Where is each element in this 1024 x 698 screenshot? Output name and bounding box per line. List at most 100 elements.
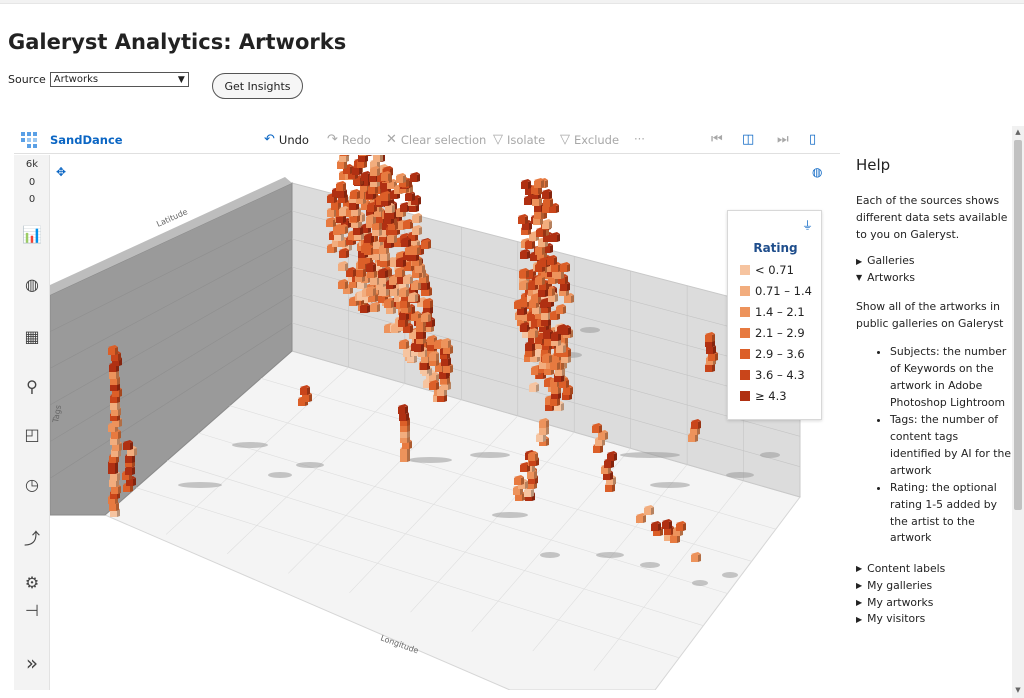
cube-side bbox=[571, 295, 574, 303]
redo-button[interactable]: ↷ Redo bbox=[327, 132, 371, 147]
get-insights-button[interactable]: Get Insights bbox=[212, 73, 303, 99]
cube-face bbox=[327, 210, 334, 217]
cube-side bbox=[546, 427, 549, 435]
viz-canvas[interactable]: Longitude Latitude Tags ✥ ◍ bbox=[50, 155, 840, 690]
cube-face bbox=[544, 368, 551, 375]
cube-face bbox=[542, 192, 549, 199]
cube-side bbox=[557, 398, 560, 406]
legend-label: ≥ 4.3 bbox=[755, 389, 787, 403]
cube-face bbox=[400, 425, 407, 432]
cube-side bbox=[134, 448, 137, 456]
page-scrollbar[interactable]: ▲ ▼ bbox=[1012, 126, 1024, 698]
cube-side bbox=[373, 216, 376, 224]
cube-face bbox=[337, 162, 344, 169]
help-section-artworks[interactable]: ▼ Artworks bbox=[856, 270, 1012, 287]
help-section-content-labels[interactable]: ▶ Content labels bbox=[856, 561, 1012, 578]
cube-face bbox=[358, 155, 365, 162]
document-button[interactable]: ▯ bbox=[809, 132, 816, 147]
globe-icon[interactable]: ◍ bbox=[812, 165, 822, 179]
cube-face bbox=[524, 198, 531, 205]
scroll-thumb[interactable] bbox=[1014, 140, 1022, 510]
help-section-my-galleries[interactable]: ▶ My galleries bbox=[856, 578, 1012, 595]
transition-icon[interactable]: ⤴ bbox=[14, 525, 50, 549]
scroll-up-icon[interactable]: ▲ bbox=[1012, 128, 1024, 136]
cube-face bbox=[370, 278, 377, 285]
cube-face bbox=[521, 182, 528, 189]
help-section-label: Galleries bbox=[867, 254, 915, 268]
undo-button[interactable]: ↶ Undo bbox=[264, 132, 309, 147]
exclude-button[interactable]: ▽ Exclude bbox=[560, 132, 619, 147]
legend-item[interactable]: 2.9 – 3.6 bbox=[740, 347, 805, 361]
source-select[interactable]: Artworks ▼ bbox=[49, 72, 189, 87]
snapshot-button[interactable]: ◫ bbox=[742, 132, 754, 147]
help-section-my-visitors[interactable]: ▶ My visitors bbox=[856, 611, 1012, 628]
cube-side bbox=[610, 472, 613, 480]
cube-face bbox=[544, 380, 551, 387]
cube-face bbox=[111, 450, 118, 457]
pin-icon[interactable]: ⊣ bbox=[14, 601, 50, 620]
cube-side bbox=[567, 264, 570, 272]
cube-face bbox=[111, 487, 118, 494]
cube-side bbox=[377, 304, 380, 312]
help-bullets: Subjects: the number of Keywords on the … bbox=[890, 344, 1012, 547]
cube-side bbox=[713, 346, 716, 354]
cube-face bbox=[561, 328, 568, 335]
gear-icon[interactable]: ⚙ bbox=[14, 573, 50, 592]
help-section-galleries[interactable]: ▶ Galleries bbox=[856, 253, 1012, 270]
legend-item[interactable]: 3.6 – 4.3 bbox=[740, 368, 805, 382]
cube-side bbox=[542, 247, 545, 255]
cube-side bbox=[363, 269, 366, 277]
cube-face bbox=[535, 278, 542, 285]
cube-side bbox=[409, 441, 412, 449]
cube-side bbox=[539, 198, 542, 206]
filter-remove-icon: ▽ bbox=[560, 132, 570, 147]
cube-face bbox=[302, 395, 309, 402]
cube-face bbox=[605, 485, 612, 492]
scroll-down-icon[interactable]: ▼ bbox=[1012, 686, 1024, 694]
legend-item[interactable]: ≥ 4.3 bbox=[740, 389, 787, 403]
cube-face bbox=[356, 270, 363, 277]
cube-side bbox=[133, 478, 136, 486]
more-button[interactable]: ··· bbox=[634, 132, 645, 146]
previous-snapshot-button[interactable]: ⏮ bbox=[711, 132, 723, 147]
legend-item[interactable]: 2.1 – 2.9 bbox=[740, 326, 805, 340]
cube-face bbox=[395, 270, 402, 277]
cube-face bbox=[125, 456, 132, 463]
cube-face bbox=[390, 289, 397, 296]
move-icon[interactable]: ✥ bbox=[56, 165, 66, 179]
help-section-my-artworks[interactable]: ▶ My artworks bbox=[856, 595, 1012, 612]
filter-icon[interactable]: ⏚ bbox=[802, 217, 813, 233]
camera-icon[interactable]: ◰ bbox=[14, 425, 50, 444]
cube-side bbox=[130, 442, 133, 450]
search-icon[interactable]: ⚲ bbox=[14, 377, 50, 396]
expand-icon[interactable]: » bbox=[14, 651, 50, 675]
cube-face bbox=[379, 247, 386, 254]
cube-face bbox=[554, 272, 561, 279]
next-snapshot-button[interactable]: ⏭ bbox=[777, 132, 789, 147]
table-icon[interactable]: ▦ bbox=[14, 327, 50, 346]
skip-previous-icon: ⏮ bbox=[711, 132, 723, 147]
cube-side bbox=[417, 174, 420, 182]
cube-face bbox=[367, 271, 374, 278]
cube-side bbox=[669, 521, 672, 529]
cube-side bbox=[611, 460, 614, 468]
cube-side bbox=[345, 263, 348, 271]
cube-face bbox=[349, 299, 356, 306]
cube-side bbox=[407, 448, 410, 456]
palette-icon[interactable]: ◍ bbox=[14, 275, 50, 294]
legend-title: Rating bbox=[753, 241, 798, 255]
history-icon[interactable]: ◷ bbox=[14, 475, 50, 494]
cube-face bbox=[437, 389, 444, 396]
legend-item[interactable]: 0.71 – 1.4 bbox=[740, 284, 812, 298]
clear-selection-button[interactable]: ✕ Clear selection bbox=[386, 132, 486, 147]
legend-item[interactable]: 1.4 – 2.1 bbox=[740, 305, 805, 319]
cube-face bbox=[401, 240, 408, 247]
cube-face bbox=[396, 176, 403, 183]
cube-face bbox=[691, 422, 698, 429]
cube-face bbox=[384, 301, 391, 308]
cube-face bbox=[397, 277, 404, 284]
cube-shadow bbox=[760, 452, 780, 458]
isolate-button[interactable]: ▽ Isolate bbox=[493, 132, 545, 147]
chart-icon[interactable]: 📊 bbox=[14, 225, 50, 244]
legend-item[interactable]: < 0.71 bbox=[740, 263, 794, 277]
